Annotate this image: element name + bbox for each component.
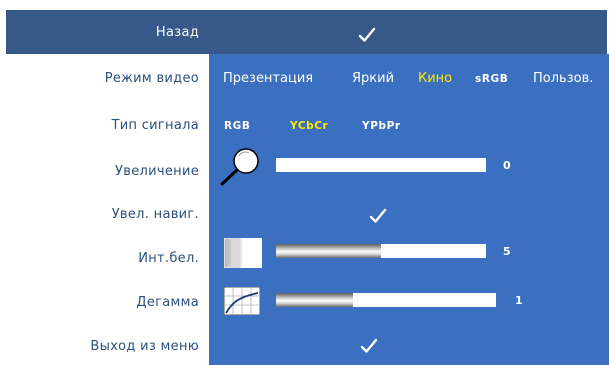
- row-label-video-mode: Режим видео: [104, 71, 199, 86]
- signal-type-option-ycbcr[interactable]: YCbCr: [290, 120, 328, 132]
- row-label-degamma: Дегамма: [136, 295, 199, 310]
- white-intensity-icon: [224, 238, 262, 268]
- zoom-value: 0: [503, 159, 511, 172]
- row-label-zoom: Увеличение: [115, 164, 199, 179]
- magnifier-icon: [220, 148, 259, 186]
- check-icon[interactable]: [358, 27, 376, 43]
- signal-type-option-ypbpr[interactable]: YPbPr: [362, 120, 401, 132]
- degamma-slider[interactable]: [276, 293, 496, 307]
- check-icon[interactable]: [360, 338, 378, 354]
- back-label[interactable]: Назад: [6, 25, 199, 40]
- check-icon[interactable]: [369, 208, 387, 224]
- video-mode-option-srgb[interactable]: sRGB: [475, 73, 508, 85]
- white-intensity-value: 5: [503, 245, 511, 258]
- options-panel: [209, 54, 609, 365]
- row-label-signal-type: Тип сигнала: [111, 118, 199, 133]
- row-label-white-intensity: Инт.бел.: [138, 251, 199, 266]
- row-label-exit-menu: Выход из меню: [90, 339, 199, 354]
- degamma-slider-fill: [276, 293, 353, 307]
- video-mode-option-movie[interactable]: Кино: [418, 71, 452, 86]
- video-mode-option-custom[interactable]: Пользов.: [533, 71, 593, 86]
- video-mode-option-presentation[interactable]: Презентация: [223, 71, 313, 86]
- row-label-zoom-nav: Увел. навиг.: [111, 207, 199, 222]
- video-mode-option-bright[interactable]: Яркий: [352, 71, 394, 86]
- zoom-slider[interactable]: [276, 158, 486, 172]
- white-intensity-slider-fill: [276, 244, 381, 258]
- degamma-curve-icon: [224, 287, 260, 315]
- signal-type-option-rgb[interactable]: RGB: [224, 120, 251, 132]
- white-intensity-slider[interactable]: [276, 244, 486, 258]
- degamma-value: 1: [515, 294, 523, 307]
